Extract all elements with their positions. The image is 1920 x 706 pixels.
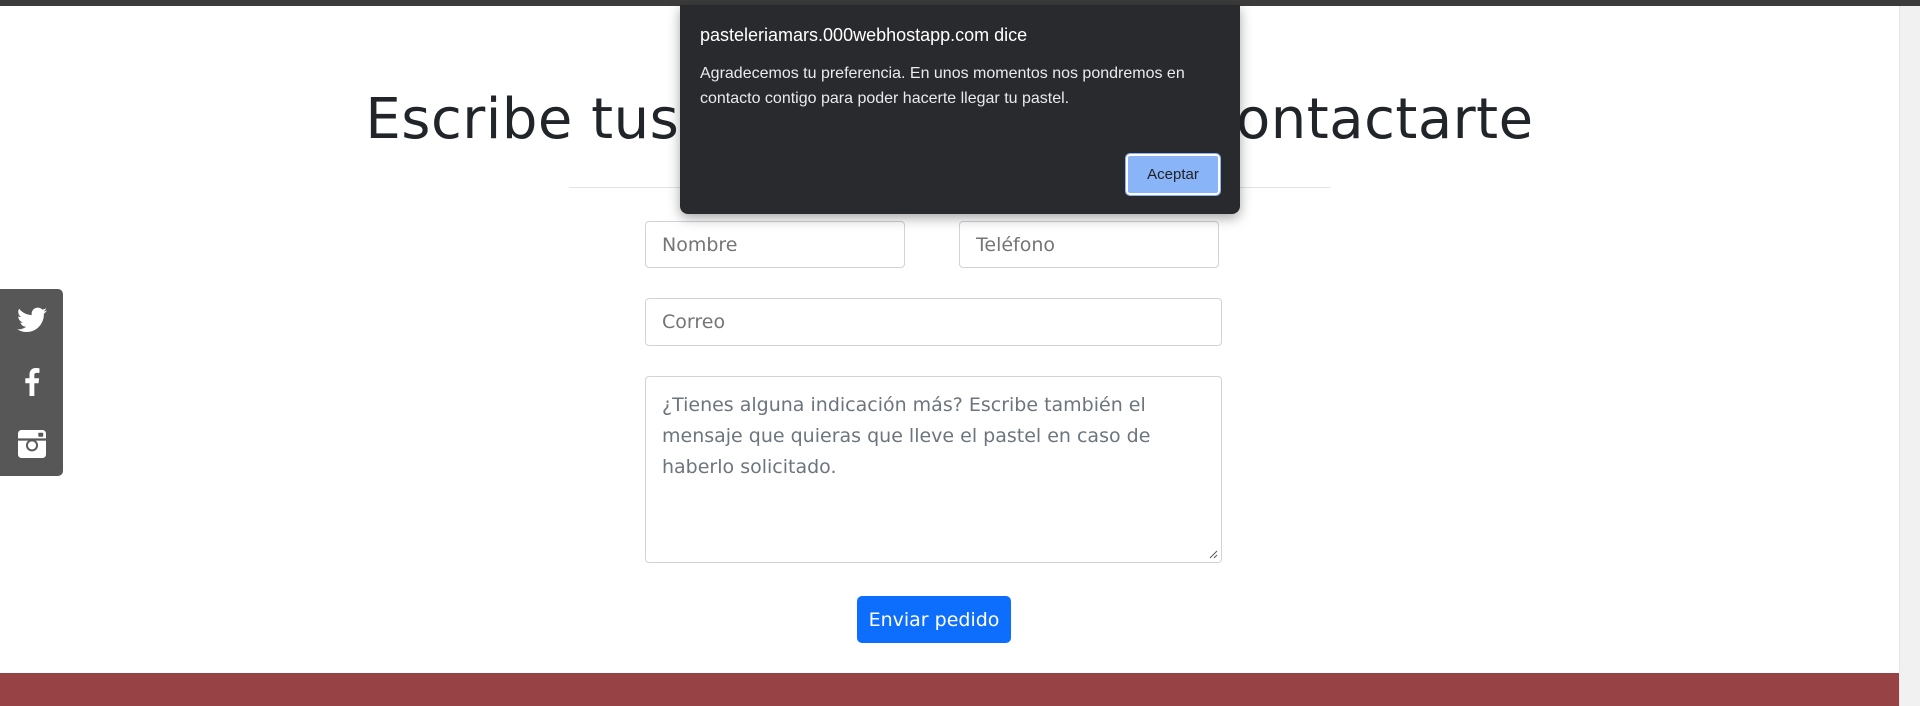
alert-dialog: pasteleriamars.000webhostapp.com dice Ag… <box>680 5 1240 214</box>
resize-handle-icon[interactable] <box>1209 550 1218 559</box>
dialog-accept-button[interactable]: Aceptar <box>1125 153 1221 196</box>
message-placeholder: ¿Tienes alguna indicación más? Escribe t… <box>662 394 1151 478</box>
facebook-icon <box>24 368 39 396</box>
submit-order-button[interactable]: Enviar pedido <box>857 596 1011 643</box>
twitter-icon <box>16 307 47 332</box>
message-textarea[interactable]: ¿Tienes alguna indicación más? Escribe t… <box>645 376 1222 563</box>
social-sidebar <box>0 289 63 476</box>
page-scrollbar[interactable] <box>1899 6 1920 706</box>
dialog-message: Agradecemos tu preferencia. En unos mome… <box>700 65 1185 107</box>
social-link-instagram[interactable] <box>0 413 63 475</box>
email-input[interactable] <box>645 298 1222 346</box>
social-link-twitter[interactable] <box>0 289 63 351</box>
dialog-title: pasteleriamars.000webhostapp.com dice <box>700 25 1028 45</box>
name-input[interactable] <box>645 221 905 268</box>
phone-input[interactable] <box>959 221 1219 268</box>
footer-band <box>0 673 1899 706</box>
social-link-facebook[interactable] <box>0 351 63 413</box>
instagram-icon <box>17 430 46 458</box>
